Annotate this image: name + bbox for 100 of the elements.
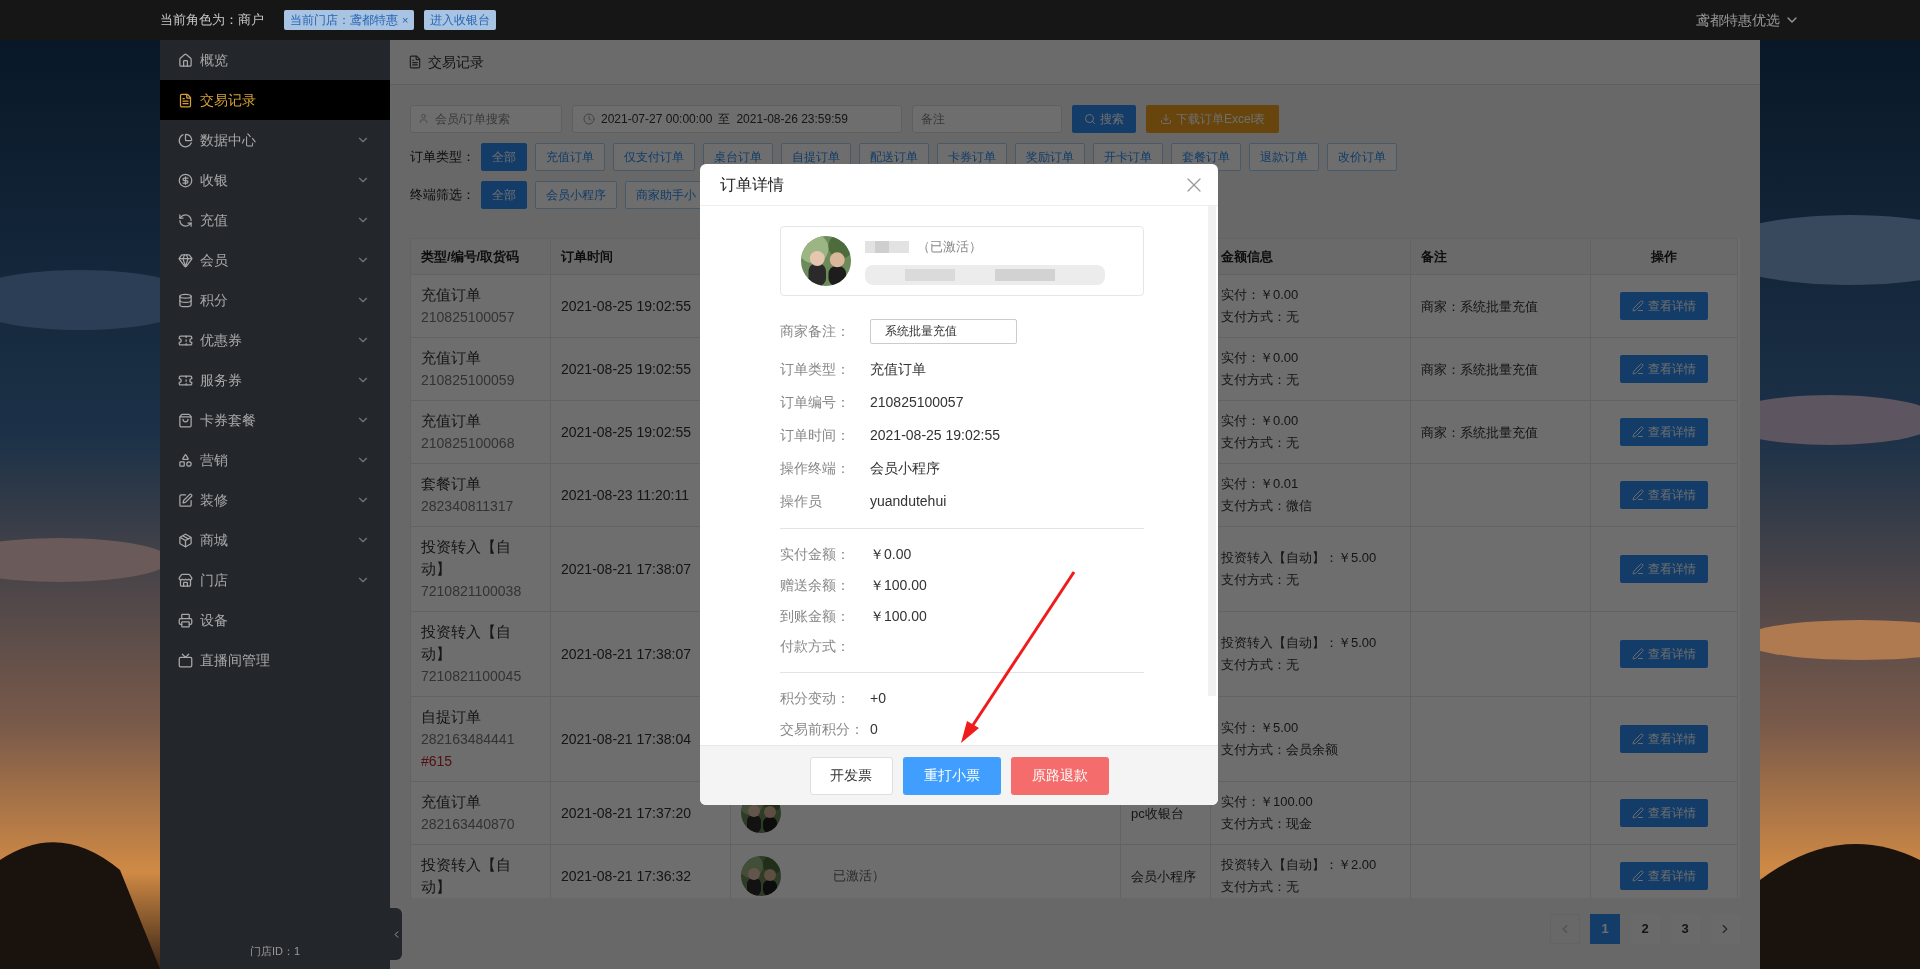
filter-label: 订单类型：: [410, 148, 475, 167]
order-number: 282163484441: [421, 730, 516, 749]
order-time: 2021-08-25 19:02:55: [561, 424, 691, 440]
amount-text: 实付：￥0.00: [1221, 349, 1300, 367]
sidebar-item[interactable]: 设备: [160, 600, 390, 640]
amount-text: 实付：￥100.00: [1221, 793, 1314, 811]
filter-option[interactable]: 退款订单: [1249, 143, 1319, 171]
sidebar-item[interactable]: 概览: [160, 40, 390, 80]
sidebar-item[interactable]: 营销: [160, 440, 390, 480]
sidebar-item[interactable]: 直播间管理: [160, 640, 390, 680]
amount-text: 实付：￥0.00: [1221, 412, 1300, 430]
export-button[interactable]: 下载订单Excel表: [1146, 105, 1280, 133]
sidebar-item[interactable]: 优惠券: [160, 320, 390, 360]
order-type: 投资转入【自动】: [421, 855, 512, 897]
order-time: 2021-08-21 17:36:32: [561, 868, 691, 884]
order-type: 投资转入【自动】: [421, 537, 512, 579]
view-details-button[interactable]: 查看详情: [1620, 355, 1708, 383]
clock-icon: [583, 113, 595, 125]
redacted-name: [865, 241, 909, 253]
filter-option[interactable]: 全部: [481, 143, 527, 171]
amount-text: 投资转入【自动】：￥5.00: [1221, 549, 1378, 567]
sidebar-item[interactable]: 卡券套餐: [160, 400, 390, 440]
view-details-button[interactable]: 查看详情: [1620, 799, 1708, 827]
payment-method: 支付方式：无: [1221, 656, 1300, 674]
filter-option[interactable]: 改价订单: [1327, 143, 1397, 171]
view-details-button[interactable]: 查看详情: [1620, 555, 1708, 583]
pencil-icon: [1632, 648, 1644, 660]
filter-option[interactable]: 会员小程序: [535, 181, 617, 209]
view-details-button[interactable]: 查看详情: [1620, 725, 1708, 753]
view-details-button[interactable]: 查看详情: [1620, 862, 1708, 890]
field-value: ￥100.00: [870, 575, 927, 595]
field-label: 付款方式：: [780, 637, 851, 657]
sidebar-item[interactable]: 积分: [160, 280, 390, 320]
view-details-button[interactable]: 查看详情: [1620, 481, 1708, 509]
payment-method: 支付方式：无: [1221, 371, 1300, 389]
role-label: 当前角色为：商户: [160, 11, 264, 30]
pencil-icon: [1632, 563, 1644, 575]
search-button[interactable]: 搜索: [1072, 105, 1136, 133]
sidebar-collapse-handle[interactable]: [390, 908, 402, 960]
payment-method: 支付方式：会员余额: [1221, 741, 1339, 759]
order-time: 2021-08-21 17:38:04: [561, 731, 691, 747]
store-tag-label: 当前门店：鸢都特惠: [290, 12, 398, 29]
sidebar-item[interactable]: 门店: [160, 560, 390, 600]
view-details-button[interactable]: 查看详情: [1620, 418, 1708, 446]
order-type: 充值订单: [421, 792, 482, 812]
sidebar-item[interactable]: 数据中心: [160, 120, 390, 160]
sidebar-item[interactable]: 收银: [160, 160, 390, 200]
remark-field[interactable]: 系统批量充值: [870, 318, 1017, 344]
pickup-code: #615: [421, 752, 454, 771]
sidebar-item[interactable]: 会员: [160, 240, 390, 280]
account-menu[interactable]: 鸢都特惠优选: [1696, 9, 1800, 31]
filter-option[interactable]: 充值订单: [535, 143, 605, 171]
sidebar-item[interactable]: 服务券: [160, 360, 390, 400]
order-type: 套餐订单: [421, 474, 482, 494]
view-details-button[interactable]: 查看详情: [1620, 292, 1708, 320]
payment-method: 支付方式：无: [1221, 308, 1300, 326]
pencil-icon: [1632, 733, 1644, 745]
pencil-icon: [1632, 870, 1644, 882]
order-time: 2021-08-21 17:38:07: [561, 646, 691, 662]
amount-text: 投资转入【自动】：￥2.00: [1221, 856, 1378, 874]
field-value: 210825100057: [870, 392, 964, 412]
field-label: 订单编号：: [780, 392, 851, 412]
page-button[interactable]: 1: [1590, 914, 1620, 944]
filter-option[interactable]: 仅支付订单: [613, 143, 695, 171]
remark-text: 商家：系统批量充值: [1421, 362, 1538, 377]
filter-option[interactable]: 全部: [481, 181, 527, 209]
amount-text: 实付：￥0.00: [1221, 286, 1300, 304]
dialog-button[interactable]: 开发票: [809, 756, 893, 795]
page-title: 交易记录: [428, 52, 484, 72]
member-status: 已激活）: [833, 867, 885, 886]
payment-method: 支付方式：微信: [1221, 497, 1313, 515]
field-label: 操作员: [780, 491, 823, 511]
order-type: 充值订单: [421, 411, 482, 431]
sidebar-item[interactable]: 交易记录: [160, 80, 390, 120]
payment-method: 支付方式：无: [1221, 434, 1300, 452]
dialog-button[interactable]: 重打小票: [902, 756, 1001, 795]
date-range-field[interactable]: 2021-07-27 00:00:00 至 2021-08-26 23:59:59: [572, 105, 902, 133]
remark-text: 商家：系统批量充值: [1421, 425, 1538, 440]
sidebar-item[interactable]: 装修: [160, 480, 390, 520]
field-value: yuandutehui: [870, 491, 947, 511]
cashier-link[interactable]: 进入收银台: [424, 10, 497, 30]
field-label: 商家备注：: [780, 321, 851, 341]
terminal-name: 会员小程序: [1131, 869, 1196, 884]
close-icon[interactable]: ×: [402, 11, 409, 29]
view-details-button[interactable]: 查看详情: [1620, 640, 1708, 668]
order-time: 2021-08-23 11:20:11: [561, 487, 689, 503]
sidebar-item[interactable]: 商城: [160, 520, 390, 560]
document-icon: [408, 55, 422, 69]
member-status: （已激活）: [917, 238, 982, 257]
search-icon: [1084, 113, 1096, 125]
sidebar-item[interactable]: 充值: [160, 200, 390, 240]
order-time: 2021-08-21 17:38:07: [561, 561, 691, 577]
order-number: 210825100057: [421, 308, 516, 327]
dialog-button[interactable]: 原路退款: [1010, 756, 1109, 795]
field-label: 订单时间：: [780, 425, 851, 445]
payment-method: 支付方式：无: [1221, 878, 1300, 896]
column-header: 类型/编号/取货码: [410, 238, 551, 275]
field-value: 会员小程序: [870, 458, 940, 478]
field-value: 充值订单: [870, 359, 926, 379]
column-header: 操作: [1590, 238, 1738, 275]
